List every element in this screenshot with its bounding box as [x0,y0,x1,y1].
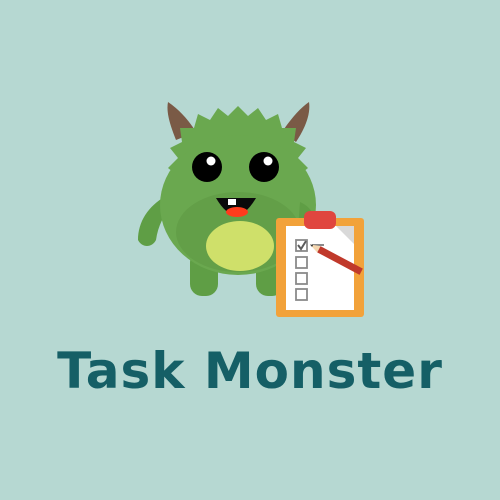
monster-belly [206,221,274,271]
clipboard-clip [304,211,336,229]
left-eye [192,152,222,182]
right-eye [249,152,279,182]
task-monster-logo: Task Monster [0,0,500,500]
monster-mascot-icon [138,102,364,317]
brand-name: Task Monster [57,342,443,400]
